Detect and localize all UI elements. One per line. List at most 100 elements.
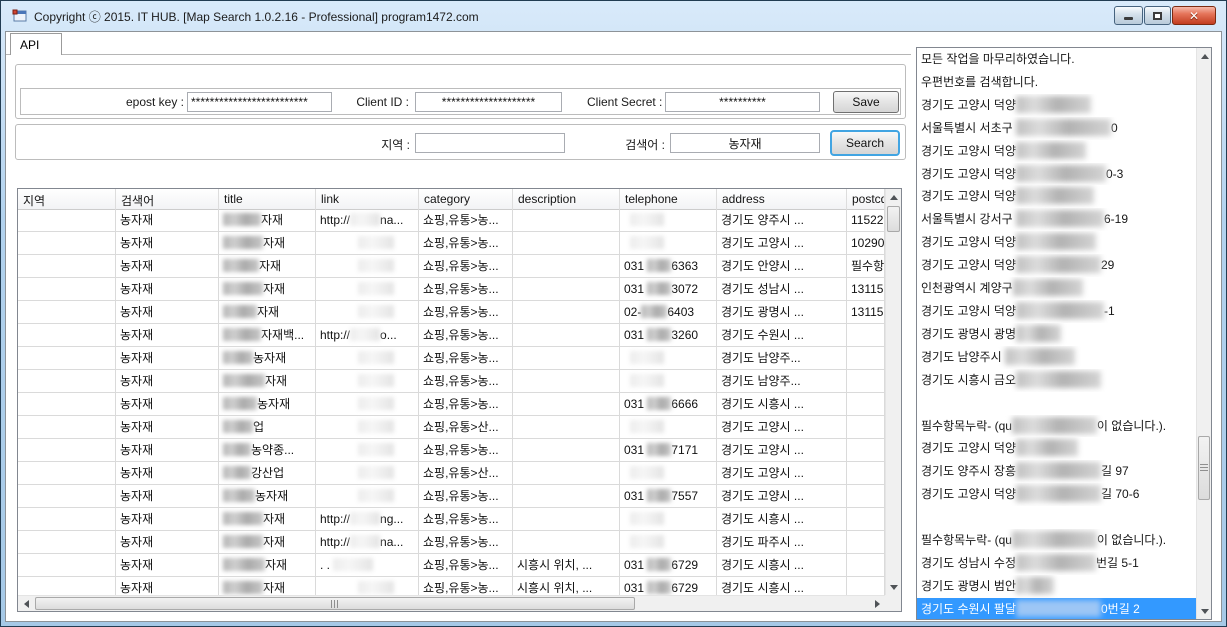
column-header-description[interactable]: description — [513, 189, 620, 209]
grid-vscroll-thumb[interactable] — [887, 206, 900, 232]
log-line[interactable]: 경기도 고양시 덕양길 70-6 — [917, 483, 1196, 506]
table-row[interactable]: 농자재자재http://na...쇼핑,유통>농...경기도 양주시 ...11… — [18, 209, 885, 232]
cell-link — [316, 232, 419, 255]
log-line[interactable]: 필수항목누락- (qu이 없습니다.). — [917, 415, 1196, 438]
column-header-postcd[interactable]: postcd — [847, 189, 885, 209]
close-button[interactable]: ✕ — [1172, 6, 1216, 25]
redacted-blur — [630, 351, 664, 364]
keyword-field[interactable] — [670, 133, 820, 153]
log-line[interactable]: 경기도 고양시 덕양0-3 — [917, 163, 1196, 186]
cell-region — [18, 554, 116, 577]
log-line[interactable] — [917, 506, 1196, 529]
column-header-title[interactable]: title — [219, 189, 316, 209]
log-line[interactable]: 경기도 고양시 덕양 — [917, 185, 1196, 208]
redacted-blur — [647, 489, 671, 502]
table-row[interactable]: 농자재농약종...쇼핑,유통>농...031 7171경기도 고양시 ... — [18, 439, 885, 462]
redacted-blur — [1016, 165, 1106, 182]
cell-category: 쇼핑,유통>농... — [419, 209, 513, 232]
log-scroll-down-button[interactable] — [1197, 603, 1212, 619]
scroll-left-button[interactable] — [18, 596, 34, 612]
cell-title: 자재 — [219, 508, 316, 531]
column-header-address[interactable]: address — [717, 189, 847, 209]
log-line[interactable]: 경기도 고양시 덕양 — [917, 231, 1196, 254]
log-line[interactable]: 필수항목누락- (qu이 없습니다.). — [917, 529, 1196, 552]
cell-postcd — [847, 485, 885, 508]
table-row[interactable]: 농자재자재쇼핑,유통>농...031 6363경기도 안양시 ...필수항목누락 — [18, 255, 885, 278]
table-row[interactable]: 농자재자재. . 쇼핑,유통>농...시흥시 위치, ...031 6729경기… — [18, 554, 885, 577]
scroll-up-button[interactable] — [886, 189, 902, 205]
log-scroll-up-button[interactable] — [1197, 48, 1212, 64]
scroll-down-button[interactable] — [886, 579, 902, 595]
column-header-검색어[interactable]: 검색어 — [116, 189, 219, 209]
table-row[interactable]: 농자재자재백...http://o...쇼핑,유통>농...031 3260경기… — [18, 324, 885, 347]
cell-address: 경기도 성남시 ... — [717, 278, 847, 301]
redacted-blur — [358, 443, 394, 456]
table-row[interactable]: 농자재농자재쇼핑,유통>농...경기도 남양주... — [18, 347, 885, 370]
table-row[interactable]: 농자재농자재쇼핑,유통>농...031 7557경기도 고양시 ... — [18, 485, 885, 508]
log-line[interactable] — [917, 392, 1196, 415]
cell-address: 경기도 남양주... — [717, 347, 847, 370]
maximize-button[interactable] — [1144, 6, 1171, 25]
table-row[interactable]: 농자재자재쇼핑,유통>농...경기도 남양주... — [18, 370, 885, 393]
cell-link — [316, 347, 419, 370]
table-row[interactable]: 농자재자재쇼핑,유통>농...경기도 고양시 ...10290 — [18, 232, 885, 255]
log-line[interactable]: 경기도 고양시 덕양 — [917, 140, 1196, 163]
log-line[interactable]: 경기도 광명시 광명 — [917, 323, 1196, 346]
client-id-field[interactable] — [415, 92, 562, 112]
log-line[interactable]: 경기도 고양시 덕양 — [917, 437, 1196, 460]
table-row[interactable]: 농자재업쇼핑,유통>산...경기도 고양시 ... — [18, 416, 885, 439]
log-line[interactable]: 경기도 성남시 수정번길 5-1 — [917, 552, 1196, 575]
epost-key-field[interactable] — [187, 92, 332, 112]
log-vertical-scrollbar[interactable] — [1196, 48, 1211, 619]
column-header-link[interactable]: link — [316, 189, 419, 209]
cell-description — [513, 324, 620, 347]
tab-api[interactable]: API — [10, 33, 62, 55]
cell-address: 경기도 고양시 ... — [717, 232, 847, 255]
table-row[interactable]: 농자재농자재쇼핑,유통>농...031 6666경기도 시흥시 ... — [18, 393, 885, 416]
region-field[interactable] — [415, 133, 565, 153]
log-line[interactable]: 서울특별시 강서구 6-19 — [917, 208, 1196, 231]
redacted-blur — [1016, 439, 1078, 456]
scroll-grip-icon — [1200, 464, 1208, 473]
log-line[interactable]: 경기도 고양시 덕양29 — [917, 254, 1196, 277]
log-line-selected[interactable]: 경기도 수원시 팔달0번길 2 — [917, 598, 1196, 619]
log-line[interactable]: 경기도 광명시 범안 — [917, 575, 1196, 598]
minimize-button[interactable] — [1114, 6, 1143, 25]
cell-title: 업 — [219, 416, 316, 439]
log-listbox: 모든 작업을 마무리하였습니다.우편번호를 검색합니다.경기도 고양시 덕양서울… — [916, 47, 1212, 620]
log-line[interactable]: 경기도 고양시 덕양 — [917, 94, 1196, 117]
grid-hscroll-thumb[interactable] — [35, 597, 635, 610]
redacted-blur — [358, 236, 394, 249]
log-line[interactable]: 경기도 양주시 장흥길 97 — [917, 460, 1196, 483]
save-button[interactable]: Save — [833, 91, 899, 113]
cell-link: http://na... — [316, 531, 419, 554]
table-row[interactable]: 농자재자재http://na...쇼핑,유통>농...경기도 파주시 ... — [18, 531, 885, 554]
redacted-blur — [223, 420, 253, 433]
grid-horizontal-scrollbar[interactable] — [18, 595, 885, 611]
scroll-right-button[interactable] — [869, 596, 885, 612]
cell-address: 경기도 고양시 ... — [717, 462, 847, 485]
client-secret-field[interactable] — [665, 92, 820, 112]
log-line[interactable]: 경기도 시흥시 금오 — [917, 369, 1196, 392]
cell-category: 쇼핑,유통>산... — [419, 416, 513, 439]
search-button[interactable]: Search — [830, 130, 900, 156]
log-line[interactable]: 우편번호를 검색합니다. — [917, 71, 1196, 94]
grid-vertical-scrollbar[interactable] — [885, 189, 901, 595]
table-row[interactable]: 농자재자재http://ng...쇼핑,유통>농...경기도 시흥시 ... — [18, 508, 885, 531]
table-row[interactable]: 농자재자재쇼핑,유통>농...031 3072경기도 성남시 ...13115 — [18, 278, 885, 301]
table-row[interactable]: 농자재자재쇼핑,유통>농...시흥시 위치, ...031 6729경기도 시흥… — [18, 577, 885, 595]
table-row[interactable]: 농자재강산업쇼핑,유통>산...경기도 고양시 ... — [18, 462, 885, 485]
log-line[interactable]: 모든 작업을 마무리하였습니다. — [917, 48, 1196, 71]
log-line[interactable]: 서울특별시 서초구 0 — [917, 117, 1196, 140]
cell-region — [18, 301, 116, 324]
column-header-category[interactable]: category — [419, 189, 513, 209]
column-header-telephone[interactable]: telephone — [620, 189, 717, 209]
cell-region — [18, 439, 116, 462]
log-vscroll-thumb[interactable] — [1198, 436, 1210, 500]
log-line[interactable]: 인천광역시 계양구 — [917, 277, 1196, 300]
log-line[interactable]: 경기도 남양주시 — [917, 346, 1196, 369]
arrow-down-icon — [1201, 609, 1209, 618]
log-line[interactable]: 경기도 고양시 덕양-1 — [917, 300, 1196, 323]
column-header-지역[interactable]: 지역 — [18, 189, 116, 209]
table-row[interactable]: 농자재자재쇼핑,유통>농...02-6403경기도 광명시 ...13115 — [18, 301, 885, 324]
